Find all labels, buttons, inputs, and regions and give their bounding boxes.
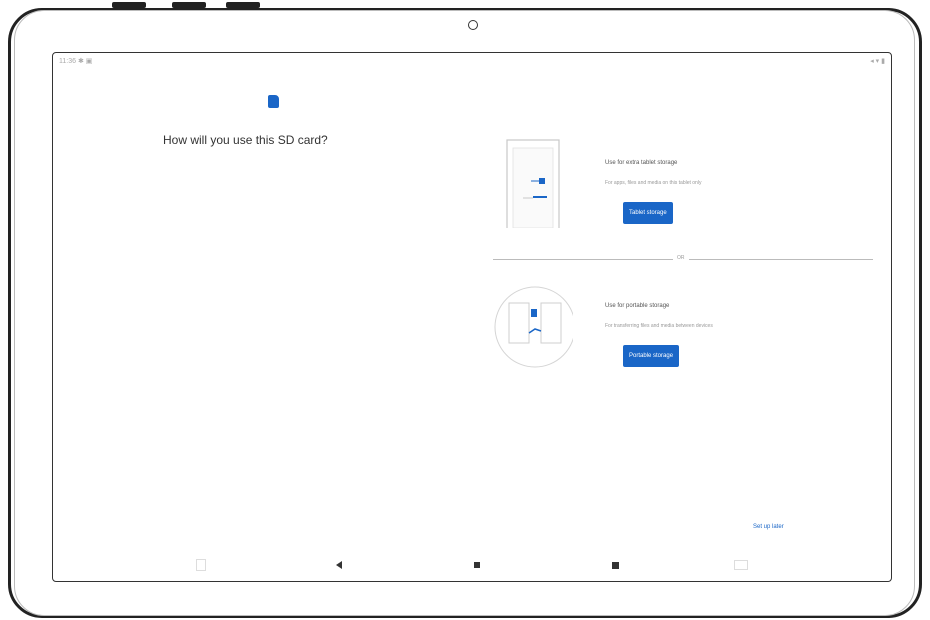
keyboard-icon[interactable] [733, 557, 749, 573]
home-icon[interactable] [469, 557, 485, 573]
option-description: For apps, files and media on this tablet… [605, 180, 702, 186]
option-description: For transferring files and media between… [605, 323, 713, 329]
status-bar: 11:36 ✱ ▣ ◂ ▾ ▮ [59, 57, 885, 67]
overview-icon[interactable] [607, 557, 623, 573]
navigation-bar [53, 551, 891, 581]
status-time: 11:36 ✱ ▣ [59, 58, 93, 65]
recents-icon[interactable] [193, 557, 209, 573]
portable-storage-illustration-icon [494, 286, 573, 368]
page-title: How will you use this SD card? [163, 133, 328, 147]
tablet-storage-button[interactable]: Tablet storage [623, 202, 673, 224]
hardware-button [226, 2, 260, 8]
option-title: Use for portable storage [605, 303, 670, 309]
tablet-screen: 11:36 ✱ ▣ ◂ ▾ ▮ How will you use this SD… [52, 52, 892, 582]
tablet-storage-illustration-icon [506, 139, 560, 228]
portable-storage-button[interactable]: Portable storage [623, 345, 680, 367]
hardware-button [172, 2, 206, 8]
divider-label: OR [673, 255, 689, 261]
hardware-button [112, 2, 146, 8]
status-icons: ◂ ▾ ▮ [870, 58, 885, 65]
set-up-later-link[interactable]: Set up later [753, 524, 784, 530]
sd-card-icon [268, 95, 279, 108]
option-title: Use for extra tablet storage [605, 160, 678, 166]
front-camera [468, 20, 478, 30]
back-icon[interactable] [331, 557, 347, 573]
